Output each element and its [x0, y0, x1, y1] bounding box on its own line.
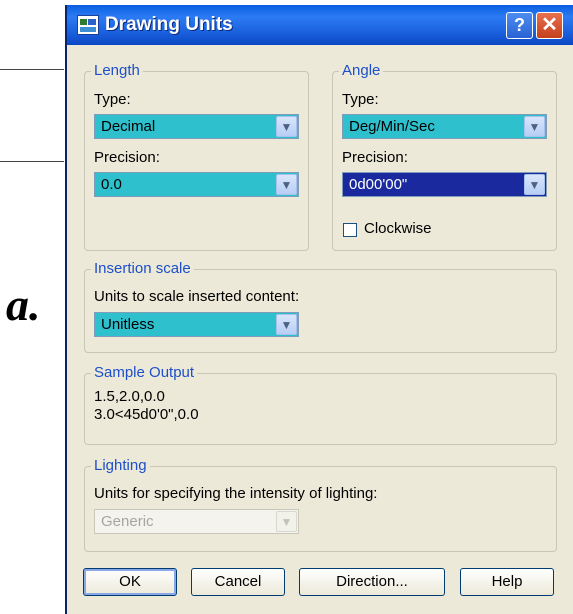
sample-legend: Sample Output [91, 364, 198, 381]
angle-type-label: Type: [342, 91, 379, 108]
angle-precision-select[interactable]: 0d00'00" ▼ [342, 172, 547, 197]
length-group: Length Type: Decimal ▼ Precision: 0.0 ▼ [84, 62, 309, 251]
lighting-units-label: Units for specifying the intensity of li… [94, 485, 378, 502]
chevron-down-icon: ▼ [276, 511, 297, 532]
lighting-legend: Lighting [91, 457, 150, 474]
angle-precision-value: 0d00'00" [349, 176, 408, 193]
clockwise-checkbox[interactable] [343, 223, 357, 237]
length-type-select[interactable]: Decimal ▼ [94, 114, 299, 139]
drawing-units-dialog: Drawing Units ? ✕ Length Type: Decimal ▼… [65, 5, 573, 614]
insertion-units-label: Units to scale inserted content: [94, 288, 300, 305]
lighting-units-value: Generic [101, 513, 154, 530]
sample-output-group: Sample Output 1.5,2.0,0.0 3.0<45d0'0",0.… [84, 364, 557, 445]
sample-line-1: 1.5,2.0,0.0 [94, 388, 165, 405]
clockwise-label[interactable]: Clockwise [364, 220, 432, 237]
angle-precision-label: Precision: [342, 149, 408, 166]
angle-type-value: Deg/Min/Sec [349, 118, 435, 135]
chevron-down-icon[interactable]: ▼ [276, 174, 297, 195]
length-precision-value: 0.0 [101, 176, 122, 193]
angle-group: Angle Type: Deg/Min/Sec ▼ Precision: 0d0… [332, 62, 557, 251]
insertion-legend: Insertion scale [91, 260, 194, 277]
length-type-value: Decimal [101, 118, 156, 135]
chevron-down-icon[interactable]: ▼ [276, 116, 297, 137]
drawing-units-icon [77, 15, 99, 35]
lighting-units-select[interactable]: Generic ▼ [94, 509, 299, 534]
figure-label: a. [6, 279, 41, 330]
direction-button[interactable]: Direction... [299, 568, 445, 596]
chevron-down-icon[interactable]: ▼ [276, 314, 297, 335]
angle-type-select[interactable]: Deg/Min/Sec ▼ [342, 114, 547, 139]
ok-button[interactable]: OK [83, 568, 177, 596]
length-precision-label: Precision: [94, 149, 160, 166]
close-icon[interactable]: ✕ [536, 12, 563, 39]
scan-line-mid [0, 161, 64, 162]
sample-line-2: 3.0<45d0'0",0.0 [94, 406, 199, 423]
insertion-units-select[interactable]: Unitless ▼ [94, 312, 299, 337]
lighting-group: Lighting Units for specifying the intens… [84, 457, 557, 552]
insertion-units-value: Unitless [101, 316, 155, 333]
length-legend: Length [91, 62, 143, 79]
length-precision-select[interactable]: 0.0 ▼ [94, 172, 299, 197]
dialog-title: Drawing Units [105, 14, 233, 35]
angle-legend: Angle [339, 62, 384, 79]
length-type-label: Type: [94, 91, 131, 108]
help-icon[interactable]: ? [506, 12, 533, 39]
help-button[interactable]: Help [460, 568, 554, 596]
chevron-down-icon[interactable]: ▼ [524, 174, 545, 195]
chevron-down-icon[interactable]: ▼ [524, 116, 545, 137]
scan-line-top [0, 69, 64, 70]
cancel-button[interactable]: Cancel [191, 568, 285, 596]
title-bar[interactable]: Drawing Units ? ✕ [67, 5, 573, 45]
insertion-scale-group: Insertion scale Units to scale inserted … [84, 260, 557, 353]
